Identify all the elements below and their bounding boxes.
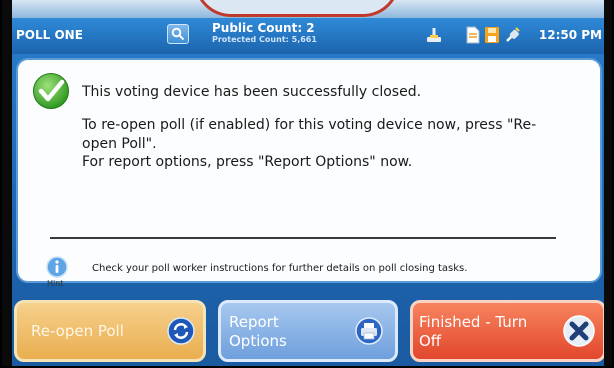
clock: 12:50 PM: [538, 28, 602, 42]
bezel-left: [2, 0, 12, 366]
screen-frame: POLL ONE Public Count: 2 Protected Count…: [0, 0, 614, 368]
reopen-poll-button[interactable]: Re-open Poll: [14, 300, 206, 362]
finished-turn-off-button[interactable]: Finished - Turn Off: [410, 300, 606, 362]
status-bar: POLL ONE Public Count: 2 Protected Count…: [12, 18, 608, 54]
voting-screen: POLL ONE Public Count: 2 Protected Count…: [12, 0, 608, 366]
poll-name: POLL ONE: [16, 28, 83, 42]
report-instructions: For report options, press "Report Option…: [82, 154, 413, 170]
save-icon: [484, 26, 500, 48]
status-dialog: This voting device has been successfully…: [16, 58, 602, 288]
printer-icon: [355, 317, 383, 349]
reopen-instructions: To re-open poll (if enabled) for this vo…: [82, 117, 537, 152]
check-icon: [32, 72, 70, 114]
protected-count: Protected Count: 5,661: [212, 35, 317, 44]
mouse-icon: [424, 26, 444, 48]
bezel-right: [604, 0, 612, 366]
document-icon: [466, 26, 480, 48]
search-icon[interactable]: [167, 24, 189, 44]
bezel-highlight: [194, 0, 400, 17]
reopen-poll-label: Re-open Poll: [31, 322, 124, 340]
public-count: Public Count: 2: [212, 21, 315, 35]
report-options-button[interactable]: Report Options: [218, 300, 398, 362]
refresh-icon: [167, 317, 195, 349]
power-plug-icon: [504, 26, 522, 48]
ballot-counts: Public Count: 2 Protected Count: 5,661: [212, 21, 317, 45]
close-icon: [563, 315, 595, 351]
closed-message: This voting device has been successfully…: [82, 84, 422, 100]
hint-text: Check your poll worker instructions for …: [92, 263, 468, 274]
divider: [50, 237, 556, 239]
report-options-label: Report Options: [229, 313, 287, 350]
hint-label: Hint: [47, 279, 64, 288]
finished-turn-off-label: Finished - Turn Off: [419, 313, 528, 350]
